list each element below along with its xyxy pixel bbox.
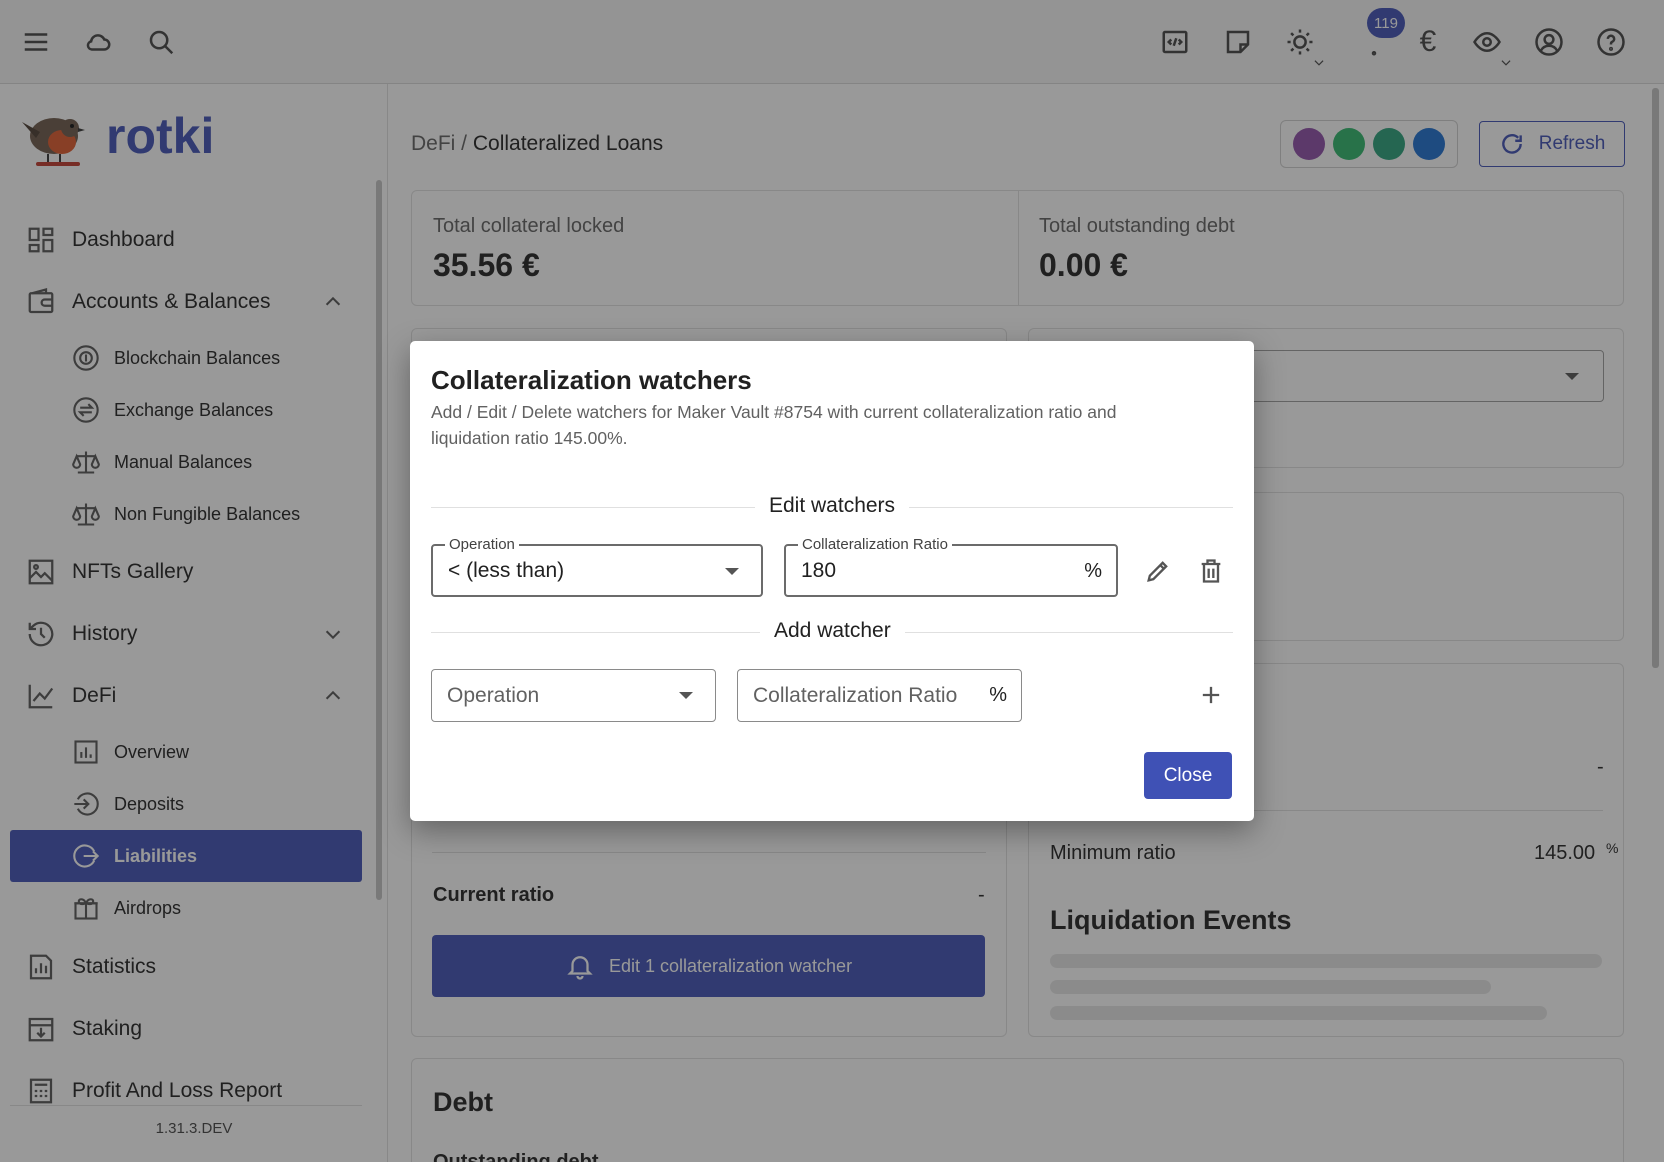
percent-suffix: % xyxy=(1084,560,1102,582)
collateralization-watchers-dialog: Collateralization watchers Add / Edit / … xyxy=(410,341,1254,821)
edit-operation-select[interactable]: Operation < (less than) xyxy=(431,536,763,597)
close-button[interactable]: Close xyxy=(1144,752,1232,799)
dialog-title: Collateralization watchers xyxy=(431,365,752,395)
percent-suffix: % xyxy=(989,684,1007,706)
add-watcher-button[interactable] xyxy=(1191,675,1231,715)
field-placeholder: Operation xyxy=(447,684,540,707)
dialog-subtitle: Add / Edit / Delete watchers for Maker V… xyxy=(431,402,1117,448)
add-watcher-heading: Add watcher xyxy=(760,619,905,643)
field-legend: Operation xyxy=(445,536,519,553)
trash-icon xyxy=(1201,559,1221,583)
delete-watcher-button[interactable] xyxy=(1191,551,1231,591)
dropdown-arrow-icon xyxy=(679,692,693,699)
plus-icon xyxy=(1202,686,1220,704)
pencil-icon xyxy=(1147,561,1168,582)
field-value: 180 xyxy=(801,559,837,582)
new-ratio-input[interactable]: Collateralization Ratio % xyxy=(737,669,1022,722)
dropdown-arrow-icon xyxy=(725,568,739,575)
edit-watcher-button[interactable] xyxy=(1138,551,1178,591)
field-legend: Collateralization Ratio xyxy=(798,536,952,553)
edit-ratio-input[interactable]: Collateralization Ratio 180 % xyxy=(784,536,1118,597)
edit-watchers-heading: Edit watchers xyxy=(755,494,910,518)
field-value: < (less than) xyxy=(448,559,565,582)
new-operation-select[interactable]: Operation xyxy=(431,669,716,722)
field-placeholder: Collateralization Ratio xyxy=(753,684,958,707)
